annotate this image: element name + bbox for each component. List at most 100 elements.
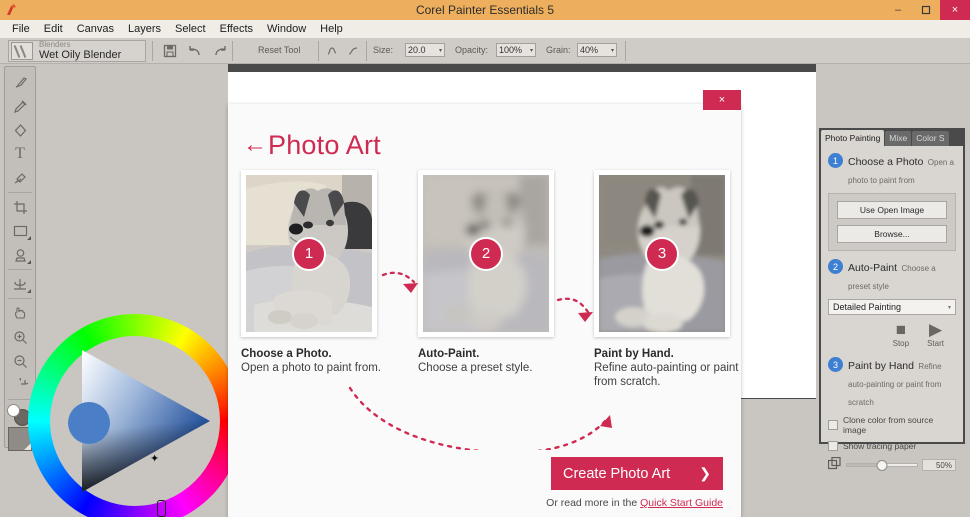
rubber-stamp-tool[interactable] — [6, 243, 34, 267]
start-button[interactable]: ▶ Start — [927, 321, 944, 348]
show-tracing-paper-checkbox[interactable] — [828, 441, 838, 451]
menu-help[interactable]: Help — [313, 20, 350, 38]
tracing-paper-icon — [827, 456, 841, 473]
stop-button[interactable]: ■ Stop — [893, 321, 909, 348]
tab-mixer[interactable]: Mixe — [885, 131, 912, 146]
maximize-button[interactable] — [912, 0, 940, 20]
dog-photo-original-thumbnail[interactable]: 1 — [241, 170, 377, 337]
primary-color-swatch[interactable] — [7, 404, 20, 417]
freehand-stroke-icon[interactable] — [322, 42, 342, 60]
toolbar-divider — [318, 41, 319, 61]
undo-icon[interactable] — [185, 42, 205, 60]
opacity-label: Opacity: — [455, 45, 489, 55]
grain-value: 40% — [580, 45, 599, 55]
straight-line-stroke-icon[interactable] — [343, 42, 363, 60]
minimize-button[interactable]: – — [884, 0, 912, 20]
play-triangle-icon: ▶ — [929, 320, 943, 339]
chevron-down-icon[interactable]: ▾ — [530, 47, 533, 54]
step-number-badge: 1 — [828, 153, 843, 168]
clone-color-checkbox[interactable] — [828, 420, 838, 430]
chevron-down-icon[interactable]: ▾ — [948, 304, 951, 311]
tracing-paper-row[interactable]: Show tracing paper — [828, 441, 956, 451]
menu-edit[interactable]: Edit — [37, 20, 70, 38]
brush-tool[interactable] — [6, 70, 34, 94]
step-badge: 3 — [645, 236, 679, 271]
chevron-down-icon[interactable]: ▾ — [611, 47, 614, 54]
panel-tabs: Photo Painting Mixe Color S — [821, 130, 963, 146]
step-1-caption: Choose a Photo. Open a photo to paint fr… — [241, 348, 391, 375]
preset-style-dropdown[interactable]: Detailed Painting ▾ — [828, 299, 956, 315]
crop-tool[interactable] — [6, 195, 34, 219]
rectangular-selection-tool[interactable] — [6, 219, 34, 243]
grain-input[interactable]: 40% ▾ — [577, 43, 617, 57]
dog-photo-autopainted-thumbnail[interactable]: 2 — [418, 170, 554, 337]
tracing-paper-value: 50% — [922, 459, 956, 471]
size-input[interactable]: 20.0 ▾ — [405, 43, 445, 57]
slider-handle[interactable] — [876, 460, 888, 471]
corel-painter-window: Corel Painter Essentials 5 – × File Edit… — [0, 0, 970, 517]
document-area: T ✦ × ← Photo Art 1 Choose a Photo. Open… — [0, 64, 970, 517]
cloner-tool[interactable] — [6, 272, 34, 296]
toolbar-divider — [152, 41, 153, 61]
create-photo-art-button[interactable]: Create Photo Art ❯ — [551, 457, 723, 490]
menu-bar: File Edit Canvas Layers Select Effects W… — [0, 20, 970, 38]
menu-effects[interactable]: Effects — [213, 20, 260, 38]
size-label: Size: — [373, 45, 394, 55]
toolbar-divider — [625, 41, 626, 61]
window-title: Corel Painter Essentials 5 — [415, 3, 555, 17]
clone-color-row[interactable]: Clone color from source image — [828, 415, 956, 435]
step-3-caption: Paint by Hand. Refine auto-painting or p… — [594, 348, 744, 389]
size-value: 20.0 — [408, 45, 426, 55]
current-color-swatch[interactable] — [68, 402, 110, 444]
menu-window[interactable]: Window — [260, 20, 313, 38]
eraser-tool[interactable] — [6, 166, 34, 190]
read-more-text: Or read more in the Quick Start Guide — [546, 497, 723, 509]
dialog-close-button[interactable]: × — [703, 90, 741, 110]
stop-label: Stop — [892, 339, 910, 348]
color-wheel-palette[interactable]: ✦ — [28, 314, 242, 517]
redo-icon[interactable] — [210, 42, 230, 60]
hue-ring-marker[interactable] — [157, 500, 166, 517]
step-number-badge: 2 — [828, 259, 843, 274]
read-more-prefix: Or read more in the — [546, 497, 641, 509]
opacity-input[interactable]: 100% ▾ — [496, 43, 536, 57]
paint-bucket-tool[interactable] — [6, 118, 34, 142]
tab-photo-painting[interactable]: Photo Painting — [821, 130, 885, 146]
tool-flyout-arrow-icon[interactable] — [27, 289, 31, 293]
photo-art-dialog: × ← Photo Art 1 Choose a Photo. Open a p… — [228, 90, 741, 517]
dropper-tool[interactable] — [6, 94, 34, 118]
dog-photo-handpainted-thumbnail[interactable]: 3 — [594, 170, 730, 337]
workflow-steps: 1 Choose a Photo. Open a photo to paint … — [228, 170, 741, 440]
back-arrow-icon[interactable]: ← — [242, 133, 268, 157]
reset-tool-button[interactable]: Reset Tool — [258, 45, 300, 55]
brush-selector[interactable]: Blenders Wet Oily Blender — [8, 40, 146, 62]
chevron-down-icon[interactable]: ▾ — [439, 47, 442, 54]
menu-layers[interactable]: Layers — [121, 20, 168, 38]
toolbar-divider — [366, 41, 367, 61]
menu-canvas[interactable]: Canvas — [70, 20, 121, 38]
step-1-title: Choose a Photo. — [241, 348, 332, 360]
close-button[interactable]: × — [940, 0, 970, 20]
tab-color-sets[interactable]: Color S — [912, 131, 949, 146]
text-tool[interactable]: T — [6, 142, 34, 166]
photo-painting-panel: Photo Painting Mixe Color S 1 Choose a P… — [819, 128, 965, 471]
menu-select[interactable]: Select — [168, 20, 213, 38]
tool-flyout-arrow-icon[interactable] — [27, 236, 31, 240]
browse-button[interactable]: Browse... — [837, 225, 947, 243]
saturation-value-marker[interactable]: ✦ — [150, 454, 159, 465]
show-tracing-paper-label: Show tracing paper — [843, 441, 917, 451]
title-bar: Corel Painter Essentials 5 – × — [0, 0, 970, 20]
tool-flyout-arrow-icon[interactable] — [27, 260, 31, 264]
quick-start-guide-link[interactable]: Quick Start Guide — [640, 497, 723, 509]
step-badge: 2 — [469, 236, 503, 271]
step-1-description: Open a photo to paint from. — [241, 362, 382, 374]
save-icon[interactable] — [160, 42, 180, 60]
menu-file[interactable]: File — [5, 20, 37, 38]
tracing-paper-slider[interactable] — [846, 460, 918, 471]
step-2-title: Auto-Paint. — [418, 348, 480, 360]
use-open-image-button[interactable]: Use Open Image — [837, 201, 947, 219]
panel-step-2-title: Auto-Paint — [848, 262, 898, 274]
panel-step-3-header: 3 Paint by Hand Refine auto-painting or … — [828, 356, 956, 410]
toolbar-divider — [232, 41, 233, 61]
create-photo-art-label: Create Photo Art — [563, 465, 671, 482]
